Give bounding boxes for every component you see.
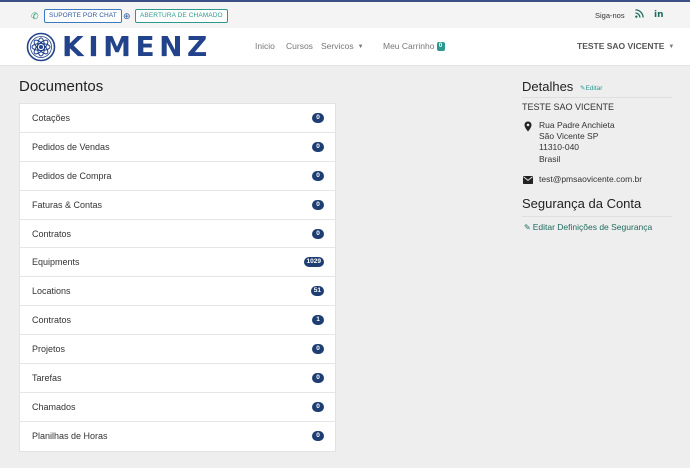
document-row-label: Locations <box>32 286 71 297</box>
user-name-label: TESTE SAO VICENTE <box>577 41 665 51</box>
open-ticket-button[interactable]: ABERTURA DE CHAMADO <box>135 9 228 23</box>
contact-email: test@pmsaovicente.com.br <box>539 174 643 184</box>
document-count-badge: 51 <box>310 286 324 297</box>
chevron-down-icon: ▼ <box>668 43 675 50</box>
document-row-label: Cotações <box>32 113 71 123</box>
document-row[interactable]: Pedidos de Compra 0 <box>20 162 335 191</box>
user-menu-dropdown[interactable]: TESTE SAO VICENTE ▼ <box>577 41 674 51</box>
globe-icon[interactable]: ⊕ <box>123 10 131 22</box>
document-row[interactable]: Contratos 1 <box>20 306 335 336</box>
document-row-label: Planilhas de Horas <box>32 430 108 441</box>
document-count-badge: 0 <box>312 141 324 152</box>
document-row[interactable]: Equipments 1029 <box>20 248 335 278</box>
nav-services-label: Servicos <box>321 41 354 51</box>
document-row[interactable]: Projetos 0 <box>20 335 335 365</box>
document-row-label: Chamados <box>32 401 76 412</box>
nav-cart-label: Meu Carrinho <box>383 41 435 51</box>
document-count-badge: 1 <box>312 315 324 326</box>
edit-security-link[interactable]: ✎ Editar Definições de Segurança <box>524 222 652 232</box>
details-heading: Detalhes <box>522 79 574 94</box>
top-utility-bar: ✆ SUPORTE POR CHAT ⊕ ABERTURA DE CHAMADO… <box>0 0 690 28</box>
edit-details-link[interactable]: ✎Editar <box>580 84 602 92</box>
document-count-badge: 0 <box>312 430 324 441</box>
document-row[interactable]: Locations 51 <box>20 277 335 307</box>
follow-us-label: Siga-nos <box>595 11 625 20</box>
document-row[interactable]: Chamados 0 <box>20 393 335 422</box>
document-count-badge: 0 <box>312 373 324 384</box>
document-row-label: Contratos <box>32 315 72 326</box>
document-row[interactable]: Tarefas 0 <box>20 364 335 393</box>
main-navbar: KIMENZ Inicio Cursos Servicos ▼ Meu Carri… <box>0 28 690 66</box>
cart-count-badge: 0 <box>436 42 445 51</box>
kimenz-logo-icon[interactable] <box>26 32 56 62</box>
documents-heading: Documentos <box>19 78 104 95</box>
document-row-label: Contratos <box>32 228 72 239</box>
document-count-badge: 0 <box>312 401 324 412</box>
nav-cart-link[interactable]: Meu Carrinho 0 <box>383 41 445 51</box>
document-row-label: Tarefas <box>32 373 62 384</box>
whatsapp-icon[interactable]: ✆ <box>31 10 39 22</box>
document-row[interactable]: Planilhas de Horas 0 <box>20 422 335 451</box>
address-zip: 11310-040 <box>539 142 580 153</box>
kimenz-logo-text[interactable]: KIMENZ <box>62 30 212 64</box>
chevron-down-icon: ▼ <box>357 43 364 50</box>
address-street: Rua Padre Anchieta <box>539 120 615 130</box>
document-row-label: Pedidos de Compra <box>32 170 112 181</box>
map-marker-icon <box>524 121 532 132</box>
document-row[interactable]: Cotações 0 <box>20 104 335 133</box>
document-count-badge: 0 <box>312 344 324 355</box>
document-row[interactable]: Faturas & Contas 0 <box>20 191 335 220</box>
edit-security-label: Editar Definições de Segurança <box>532 222 653 232</box>
pencil-icon: ✎ <box>524 223 531 232</box>
contact-address: Rua Padre Anchieta São Vicente SP 11310-… <box>539 120 615 165</box>
document-row-label: Pedidos de Vendas <box>32 141 110 152</box>
address-country: Brasil <box>539 153 561 164</box>
nav-home-link[interactable]: Inicio <box>255 41 275 51</box>
document-row[interactable]: Contratos 0 <box>20 220 335 249</box>
details-divider <box>522 97 672 98</box>
support-chat-button[interactable]: SUPORTE POR CHAT <box>44 9 122 23</box>
document-row-label: Faturas & Contas <box>32 199 103 210</box>
security-divider <box>522 216 672 217</box>
linkedin-icon[interactable]: in <box>654 10 664 20</box>
documents-list: Cotações 0 Pedidos de Vendas 0 Pedidos de Co… <box>19 103 336 452</box>
account-security-heading: Segurança da Conta <box>522 196 642 211</box>
document-count-badge: 0 <box>312 170 324 181</box>
edit-details-label: Editar <box>585 85 603 92</box>
contact-name: TESTE SAO VICENTE <box>522 102 615 112</box>
document-count-badge: 1029 <box>303 257 324 268</box>
document-count-badge: 0 <box>312 199 324 210</box>
nav-courses-link[interactable]: Cursos <box>286 41 313 51</box>
document-row[interactable]: Pedidos de Vendas 0 <box>20 133 335 162</box>
envelope-icon <box>523 176 533 184</box>
nav-services-dropdown[interactable]: Servicos ▼ <box>321 41 364 51</box>
document-count-badge: 0 <box>312 228 324 239</box>
rss-icon[interactable] <box>635 9 644 21</box>
document-row-label: Equipments <box>32 257 80 268</box>
document-count-badge: 0 <box>312 113 324 123</box>
address-city: São Vicente SP <box>539 131 599 142</box>
document-row-label: Projetos <box>32 344 66 355</box>
